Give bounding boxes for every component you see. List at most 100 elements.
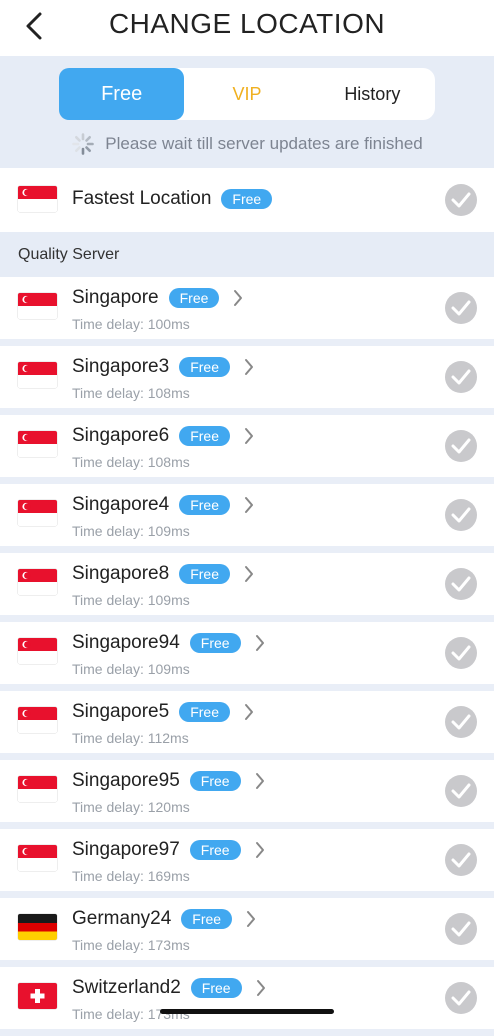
time-delay: Time delay: 169ms xyxy=(72,868,190,884)
server-row[interactable]: Singapore4 Free Time delay: 109ms xyxy=(0,484,494,553)
free-badge: Free xyxy=(190,978,242,998)
chevron-right-icon[interactable] xyxy=(244,358,254,376)
free-badge: Free xyxy=(179,495,230,515)
server-name: Germany24 xyxy=(72,908,172,929)
chevron-right-icon[interactable] xyxy=(244,565,254,583)
free-badge: Free xyxy=(221,189,273,209)
header-bar: CHANGE LOCATION xyxy=(0,0,494,56)
page-title: CHANGE LOCATION xyxy=(108,8,386,39)
free-badge: Free xyxy=(189,633,241,653)
chevron-right-icon[interactable] xyxy=(256,979,266,997)
free-badge: Free xyxy=(179,426,230,446)
free-badge: Free xyxy=(179,357,230,377)
server-name: Singapore8 xyxy=(72,563,170,584)
singapore-flag-icon xyxy=(18,431,57,457)
server-name: Switzerland2 xyxy=(72,977,181,998)
check-icon[interactable] xyxy=(445,982,477,1014)
fastest-name-line: Fastest Location Free xyxy=(72,188,273,210)
server-name-line: Singapore97 Free xyxy=(72,839,265,861)
free-badge: Free xyxy=(181,909,233,929)
singapore-flag-icon xyxy=(18,569,57,595)
chevron-right-icon[interactable] xyxy=(246,910,256,928)
server-name-line: Singapore Free xyxy=(72,287,243,309)
free-badge: Free xyxy=(189,840,241,860)
fastest-location-row[interactable]: Fastest Location Free xyxy=(0,168,494,232)
chevron-right-icon[interactable] xyxy=(255,841,265,859)
chevron-right-icon[interactable] xyxy=(255,634,265,652)
tab-free[interactable]: Free xyxy=(59,68,185,120)
home-indicator[interactable] xyxy=(160,1009,334,1014)
server-name: Singapore xyxy=(72,287,159,308)
germany-flag-icon xyxy=(18,914,57,940)
check-icon[interactable] xyxy=(445,499,477,531)
server-row[interactable]: Singapore94 Free Time delay: 109ms xyxy=(0,622,494,691)
server-name-line: Singapore3 Free xyxy=(72,356,254,378)
chevron-right-icon[interactable] xyxy=(233,289,243,307)
free-badge: Free xyxy=(189,771,241,791)
check-icon[interactable] xyxy=(445,637,477,669)
singapore-flag-icon xyxy=(18,638,57,664)
chevron-right-icon[interactable] xyxy=(244,496,254,514)
section-header: Quality Server xyxy=(0,232,494,277)
time-delay: Time delay: 109ms xyxy=(72,661,190,677)
server-row[interactable]: Singapore97 Free Time delay: 169ms xyxy=(0,829,494,898)
fastest-location-label: Fastest Location xyxy=(72,188,212,209)
singapore-flag-icon xyxy=(18,500,57,526)
update-notice: Please wait till server updates are fini… xyxy=(0,132,494,156)
server-row[interactable]: Singapore Free Time delay: 100ms xyxy=(0,277,494,346)
server-row[interactable]: Singapore3 Free Time delay: 108ms xyxy=(0,346,494,415)
server-name: Singapore97 xyxy=(72,839,180,860)
time-delay: Time delay: 109ms xyxy=(72,592,190,608)
tab-vip[interactable]: VIP xyxy=(184,68,309,120)
server-name-line: Singapore94 Free xyxy=(72,632,265,654)
server-name: Singapore95 xyxy=(72,770,180,791)
singapore-flag-icon xyxy=(18,707,57,733)
section-title: Quality Server xyxy=(18,245,120,263)
time-delay: Time delay: 173ms xyxy=(72,937,190,953)
time-delay: Time delay: 100ms xyxy=(72,316,190,332)
server-name: Singapore4 xyxy=(72,494,170,515)
server-name-line: Singapore8 Free xyxy=(72,563,254,585)
chevron-right-icon[interactable] xyxy=(244,427,254,445)
server-name: Singapore3 xyxy=(72,356,170,377)
server-name-line: Singapore6 Free xyxy=(72,425,254,447)
check-icon[interactable] xyxy=(445,913,477,945)
chevron-right-icon[interactable] xyxy=(244,703,254,721)
server-row[interactable]: Switzerland2 Free Time delay: 173ms xyxy=(0,967,494,1036)
singapore-flag-icon xyxy=(18,845,57,871)
server-name-line: Singapore4 Free xyxy=(72,494,254,516)
spinner-icon xyxy=(72,133,95,155)
check-icon[interactable] xyxy=(445,844,477,876)
check-icon[interactable] xyxy=(445,706,477,738)
check-icon[interactable] xyxy=(445,184,477,216)
server-row[interactable]: Singapore6 Free Time delay: 108ms xyxy=(0,415,494,484)
server-row[interactable]: Singapore5 Free Time delay: 112ms xyxy=(0,691,494,760)
time-delay: Time delay: 120ms xyxy=(72,799,190,815)
tabs-area: Free VIP History Please wait till server… xyxy=(0,56,494,168)
server-row[interactable]: Singapore95 Free Time delay: 120ms xyxy=(0,760,494,829)
server-row[interactable]: Germany24 Free Time delay: 173ms xyxy=(0,898,494,967)
server-name-line: Switzerland2 Free xyxy=(72,977,266,999)
check-icon[interactable] xyxy=(445,568,477,600)
server-name: Singapore5 xyxy=(72,701,170,722)
server-list: Fastest Location Free Quality Server Sin… xyxy=(0,168,494,1036)
time-delay: Time delay: 112ms xyxy=(72,730,189,746)
chevron-right-icon[interactable] xyxy=(255,772,265,790)
server-name-line: Germany24 Free xyxy=(72,908,256,930)
tab-history[interactable]: History xyxy=(310,68,435,120)
time-delay: Time delay: 108ms xyxy=(72,385,190,401)
check-icon[interactable] xyxy=(445,292,477,324)
singapore-flag-icon xyxy=(18,362,57,388)
server-name: Singapore94 xyxy=(72,632,180,653)
check-icon[interactable] xyxy=(445,775,477,807)
tab-bar: Free VIP History xyxy=(59,68,435,120)
server-row[interactable]: Singapore8 Free Time delay: 109ms xyxy=(0,553,494,622)
server-name-line: Singapore5 Free xyxy=(72,701,254,723)
update-notice-text: Please wait till server updates are fini… xyxy=(105,134,423,153)
free-badge: Free xyxy=(168,288,220,308)
check-icon[interactable] xyxy=(445,361,477,393)
switzerland-flag-icon xyxy=(18,983,57,1009)
server-name-line: Singapore95 Free xyxy=(72,770,265,792)
check-icon[interactable] xyxy=(445,430,477,462)
singapore-flag-icon xyxy=(18,186,57,212)
